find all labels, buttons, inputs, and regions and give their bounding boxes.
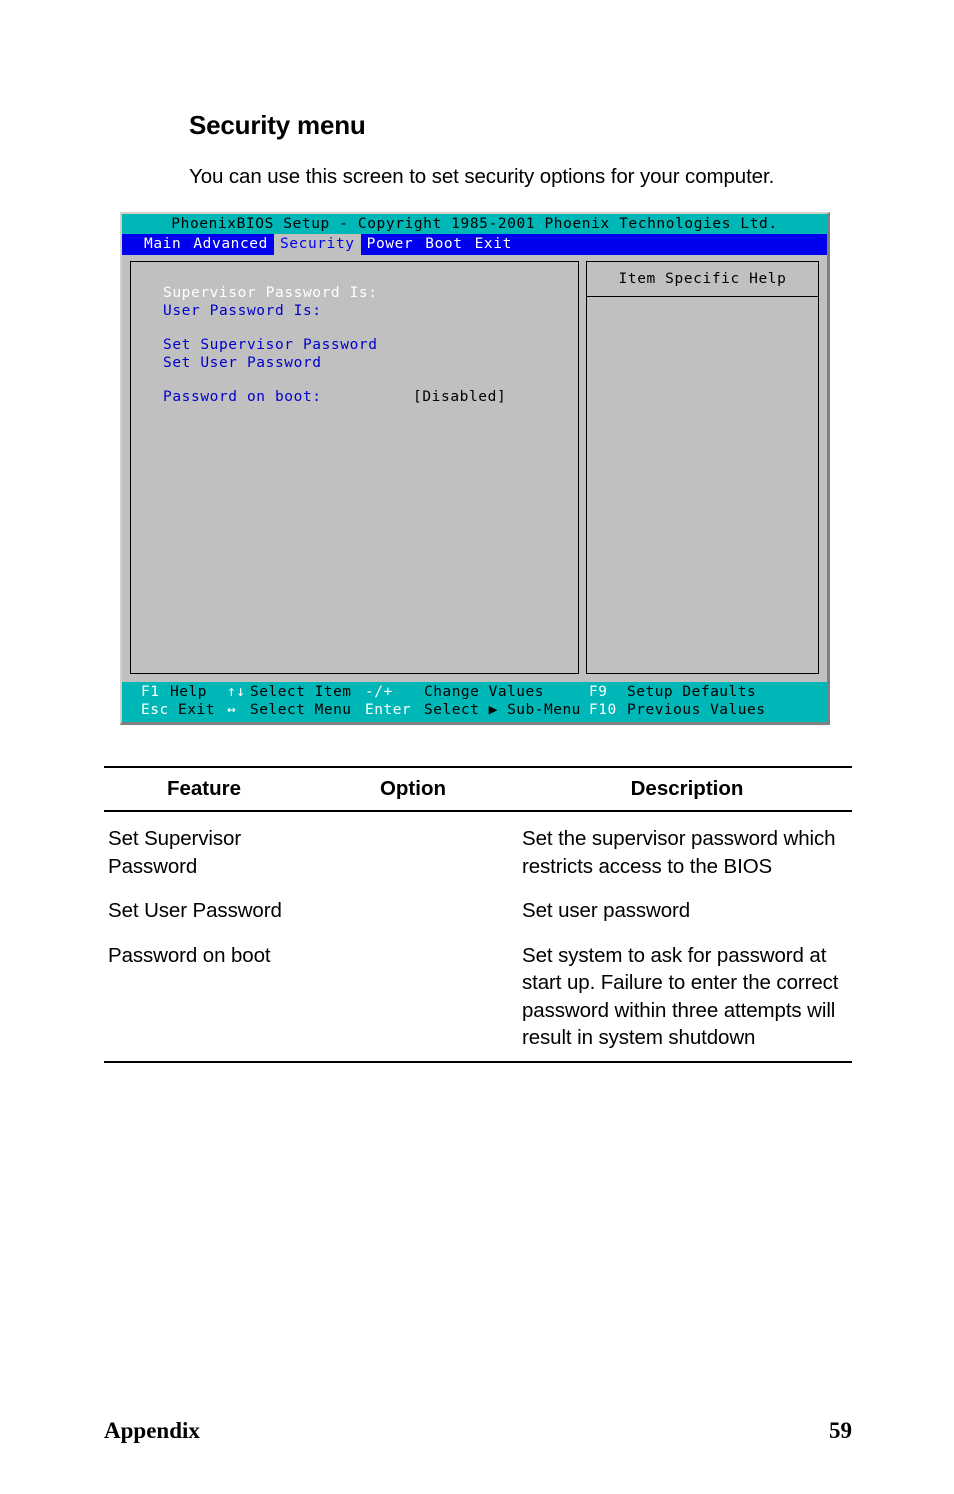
bios-setup-screenshot: PhoenixBIOS Setup - Copyright 1985-2001 … — [120, 212, 830, 725]
table-cell-option — [304, 897, 522, 925]
bios-menu-bar: Main Advanced Security Power Boot Exit — [122, 234, 827, 255]
bios-key-legend-row-1: F1 Help ↑↓ Select Item -/+ Change Values… — [122, 683, 827, 702]
intro-paragraph: You can use this screen to set security … — [189, 164, 775, 188]
bios-title-bar: PhoenixBIOS Setup - Copyright 1985-2001 … — [122, 214, 827, 234]
bios-menu-boot[interactable]: Boot — [419, 234, 468, 255]
bios-item-set-supervisor-password[interactable]: Set Supervisor Password — [163, 336, 378, 354]
bios-key-leftright: ↔ — [227, 702, 237, 718]
bios-key-enter-desc: Select ▶ Sub-Menu — [424, 702, 581, 718]
page-title: Security menu — [189, 110, 366, 141]
bios-key-f10: F10 — [589, 702, 617, 718]
bios-key-updown-desc: Select Item — [250, 684, 352, 700]
bios-key-f9-desc: Setup Defaults — [627, 684, 757, 700]
bios-menu-security[interactable]: Security — [273, 234, 361, 255]
bios-key-f10-desc: Previous Values — [627, 702, 766, 718]
table-header-row: Feature Option Description — [104, 768, 852, 810]
table-cell-feature: Set User Password — [108, 899, 282, 922]
bios-key-f1-desc: Help — [170, 684, 207, 700]
bios-item-password-on-boot[interactable]: Password on boot: — [163, 388, 322, 406]
manual-page: Security menu You can use this screen to… — [0, 0, 954, 1494]
bios-key-esc: Esc — [141, 702, 169, 718]
table-cell-description: Set user password — [522, 899, 691, 922]
table-row: Password on boot Set system to ask for p… — [104, 929, 852, 1061]
table-row: Set User Password Set user password — [104, 884, 852, 929]
bios-settings-panel: Supervisor Password Is: User Password Is… — [130, 261, 579, 674]
bios-item-supervisor-password-is: Supervisor Password Is: — [163, 285, 378, 301]
bios-item-specific-help: Item Specific Help — [586, 261, 819, 674]
bios-menu-exit[interactable]: Exit — [469, 234, 518, 255]
table-cell-option — [304, 825, 522, 880]
bios-help-title: Item Specific Help — [586, 261, 819, 297]
table-cell-feature: Set Supervisor Password — [108, 827, 242, 878]
bios-key-updown: ↑↓ — [227, 684, 246, 700]
table-cell-description: Set the supervisor password which restri… — [522, 827, 836, 878]
bios-menu-power[interactable]: Power — [361, 234, 420, 255]
footer-page-number: 59 — [829, 1418, 852, 1443]
bios-value-password-on-boot[interactable]: [Disabled] — [413, 388, 506, 406]
bios-item-user-password-is: User Password Is: — [163, 303, 322, 319]
page-footer: Appendix 59 — [104, 1418, 852, 1444]
table-cell-description: Set system to ask for password at start … — [522, 943, 839, 1050]
bios-key-legend: F1 Help ↑↓ Select Item -/+ Change Values… — [122, 682, 827, 722]
footer-section-label: Appendix — [104, 1418, 200, 1443]
table-rule-bottom — [104, 1060, 852, 1063]
bios-key-f9: F9 — [589, 684, 608, 700]
bios-key-f1: F1 — [141, 684, 160, 700]
bios-key-esc-desc: Exit — [178, 702, 215, 718]
table-header-option: Option — [379, 777, 447, 800]
bios-item-set-user-password[interactable]: Set User Password — [163, 354, 322, 372]
feature-table: Feature Option Description Set Superviso… — [104, 766, 852, 1063]
bios-key-enter: Enter — [365, 702, 412, 718]
bios-menu-advanced[interactable]: Advanced — [187, 234, 274, 255]
table-row: Set Supervisor Password Set the supervis… — [104, 812, 852, 884]
bios-key-plusminus: -/+ — [365, 684, 393, 700]
bios-help-content — [586, 297, 819, 674]
bios-key-leftright-desc: Select Menu — [250, 702, 352, 718]
table-header-description: Description — [630, 777, 744, 800]
table-cell-option — [304, 942, 522, 1052]
bios-body: Supervisor Password Is: User Password Is… — [122, 255, 827, 682]
table-header-feature: Feature — [166, 777, 242, 800]
bios-key-legend-row-2: Esc Exit ↔ Select Menu Enter Select ▶ Su… — [122, 701, 827, 720]
bios-menu-main[interactable]: Main — [138, 234, 187, 255]
bios-key-plusminus-desc: Change Values — [424, 684, 544, 700]
table-cell-feature: Password on boot — [108, 943, 271, 967]
